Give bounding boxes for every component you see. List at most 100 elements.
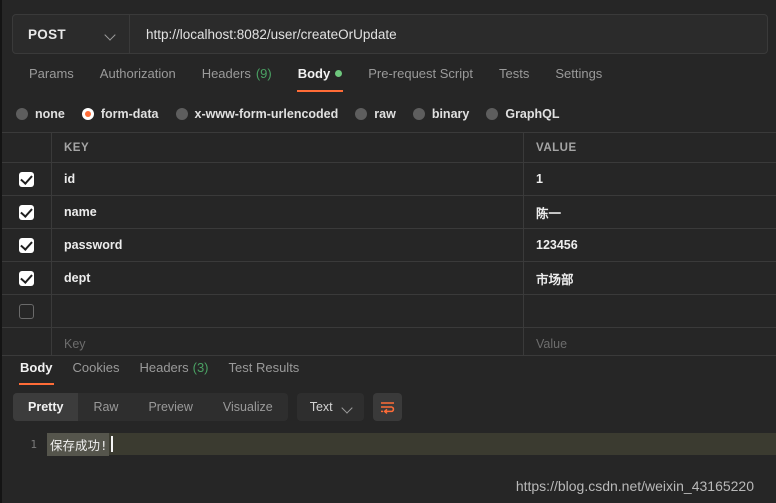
- row-key-value: id: [64, 172, 76, 186]
- new-key-input[interactable]: Key: [52, 328, 524, 355]
- tab-authorization-label: Authorization: [99, 66, 176, 81]
- response-tab-body[interactable]: Body: [10, 356, 63, 385]
- body-type-raw-label: raw: [374, 107, 396, 121]
- body-type-graphql-label: GraphQL: [505, 107, 560, 121]
- row-value-value: 陈一: [536, 206, 562, 221]
- body-type-urlencoded[interactable]: x-www-form-urlencoded: [175, 107, 339, 121]
- table-row-placeholder: Key Value: [2, 328, 776, 355]
- new-value-placeholder: Value: [536, 337, 568, 351]
- response-tab-test-results-label: Test Results: [228, 360, 300, 375]
- row-checkbox-cell: [2, 196, 52, 228]
- body-type-none[interactable]: none: [16, 107, 65, 121]
- row-checkbox-cell: [2, 295, 52, 327]
- row-key-cell[interactable]: id: [52, 163, 524, 195]
- response-tab-headers[interactable]: Headers (3): [129, 356, 218, 385]
- view-mode-pretty[interactable]: Pretty: [13, 393, 79, 421]
- body-modified-dot-icon: [335, 70, 343, 77]
- tab-body[interactable]: Body: [285, 63, 356, 92]
- row-key-cell[interactable]: name: [52, 196, 524, 228]
- row-checkbox-cell: [2, 328, 52, 355]
- radio-icon: [16, 108, 28, 120]
- url-bar: POST http://localhost:8082/user/createOr…: [12, 14, 768, 54]
- row-checkbox-unchecked[interactable]: [19, 303, 34, 319]
- tab-headers-label: Headers: [201, 66, 251, 81]
- response-tab-cookies-label: Cookies: [72, 360, 120, 375]
- word-wrap-button[interactable]: [372, 393, 402, 421]
- row-value-cell[interactable]: 陈一: [524, 196, 776, 228]
- response-tabs: Body Cookies Headers (3) Test Results: [2, 356, 776, 386]
- tab-body-label: Body: [297, 66, 331, 81]
- tab-authorization[interactable]: Authorization: [87, 63, 189, 92]
- row-value-value: 123456: [536, 238, 578, 252]
- body-type-raw[interactable]: raw: [355, 107, 396, 121]
- view-mode-raw-label: Raw: [93, 400, 119, 414]
- chevron-down-icon: [105, 31, 116, 38]
- tab-settings-label: Settings: [555, 66, 603, 81]
- row-value-cell[interactable]: 市场部: [524, 262, 776, 294]
- header-value-cell: VALUE: [524, 133, 776, 162]
- row-checkbox-checked[interactable]: [19, 171, 34, 187]
- code-line[interactable]: 1 保存成功!: [2, 432, 776, 456]
- row-checkbox-checked[interactable]: [19, 237, 34, 253]
- row-checkbox-cell: [2, 229, 52, 261]
- response-tab-body-label: Body: [20, 360, 53, 375]
- request-url-value: http://localhost:8082/user/createOrUpdat…: [146, 26, 397, 42]
- request-tabs: Params Authorization Headers (9) Body Pr…: [2, 63, 776, 96]
- text-caret: [110, 436, 113, 452]
- response-format-value: Text: [309, 400, 333, 414]
- tab-pre-request-script-label: Pre-request Script: [368, 66, 473, 81]
- response-format-select[interactable]: Text: [296, 393, 364, 421]
- body-type-binary[interactable]: binary: [412, 107, 469, 121]
- chevron-down-icon: [342, 404, 353, 411]
- body-type-graphql[interactable]: GraphQL: [486, 107, 560, 121]
- row-key-cell[interactable]: password: [52, 229, 524, 261]
- radio-icon: [412, 108, 425, 120]
- tab-pre-request-script[interactable]: Pre-request Script: [355, 63, 486, 92]
- radio-selected-icon: [81, 108, 94, 120]
- response-tab-test-results[interactable]: Test Results: [219, 356, 310, 385]
- view-mode-pretty-label: Pretty: [28, 400, 64, 414]
- tab-tests-label: Tests: [498, 66, 530, 81]
- new-key-placeholder: Key: [64, 337, 86, 351]
- row-checkbox-checked[interactable]: [19, 270, 34, 286]
- form-data-table: KEY VALUE id 1 name 陈一 password 123456 d…: [2, 132, 776, 355]
- word-wrap-icon: [380, 401, 394, 414]
- response-headers-count-badge: (3): [192, 360, 209, 375]
- tab-settings[interactable]: Settings: [542, 63, 615, 92]
- table-header-row: KEY VALUE: [2, 133, 776, 163]
- request-url-input[interactable]: http://localhost:8082/user/createOrUpdat…: [130, 15, 767, 53]
- row-key-value: dept: [64, 271, 91, 285]
- tab-headers[interactable]: Headers (9): [189, 63, 285, 92]
- table-row: password 123456: [2, 229, 776, 262]
- view-mode-raw[interactable]: Raw: [78, 393, 133, 421]
- table-row-empty: [2, 295, 776, 328]
- body-type-urlencoded-label: x-www-form-urlencoded: [194, 107, 339, 121]
- row-value-cell[interactable]: 1: [524, 163, 776, 195]
- view-mode-visualize[interactable]: Visualize: [208, 393, 288, 421]
- table-row: id 1: [2, 163, 776, 196]
- tab-params-label: Params: [29, 66, 74, 81]
- postman-request-response-pane: POST http://localhost:8082/user/createOr…: [0, 0, 776, 503]
- row-key-cell[interactable]: dept: [52, 262, 524, 294]
- row-key-cell[interactable]: [52, 295, 524, 327]
- row-checkbox-cell: [2, 262, 52, 294]
- view-mode-preview-label: Preview: [148, 400, 193, 414]
- response-tab-cookies[interactable]: Cookies: [63, 356, 130, 385]
- row-key-value: name: [64, 205, 97, 219]
- tab-tests[interactable]: Tests: [486, 63, 542, 92]
- response-body-text: 保存成功!: [47, 432, 109, 456]
- view-mode-preview[interactable]: Preview: [133, 393, 207, 421]
- line-number: 1: [2, 433, 47, 455]
- table-row: dept 市场部: [2, 262, 776, 295]
- watermark: https://blog.csdn.net/weixin_43165220: [515, 478, 754, 494]
- row-value-cell[interactable]: 123456: [524, 229, 776, 261]
- tab-params[interactable]: Params: [16, 63, 87, 92]
- column-header-key: KEY: [64, 141, 90, 154]
- body-type-form-data[interactable]: form-data: [81, 107, 159, 121]
- headers-count-badge: (9): [255, 66, 272, 81]
- row-value-cell[interactable]: [524, 295, 776, 327]
- http-method-select[interactable]: POST: [13, 15, 130, 53]
- body-type-radio-group: none form-data x-www-form-urlencoded raw…: [2, 103, 776, 125]
- row-checkbox-checked[interactable]: [19, 204, 34, 220]
- new-value-input[interactable]: Value: [524, 328, 776, 355]
